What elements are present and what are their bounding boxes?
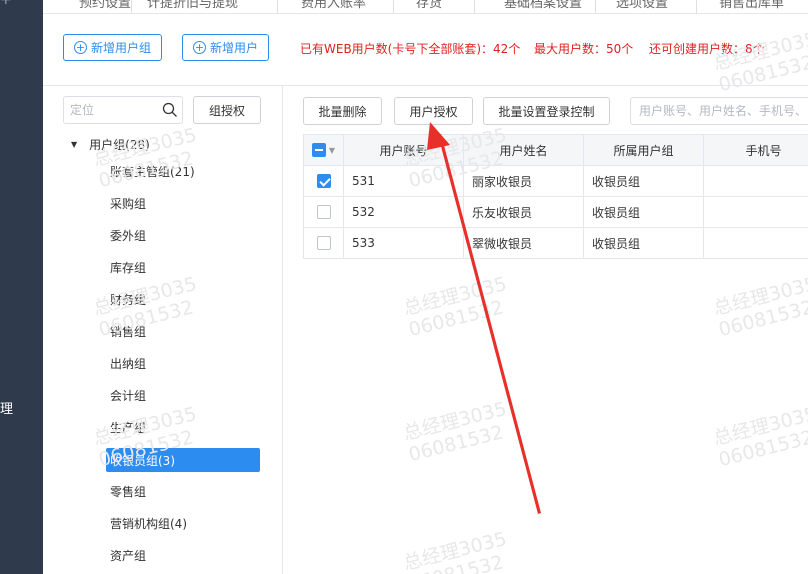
row-select-cell[interactable]	[303, 196, 344, 228]
cell-group: 收银员组	[583, 165, 704, 197]
tree-item-accounting-group[interactable]: 会计组	[106, 384, 146, 406]
add-user-group-button[interactable]: + 新增用户组	[63, 34, 163, 61]
table-row[interactable]: 531 丽家收银员 收银员组	[303, 165, 808, 197]
add-icon[interactable]: +	[0, 0, 12, 8]
tab-separator	[277, 0, 278, 13]
row-select-cell[interactable]	[303, 165, 344, 197]
tree-item-purchase-group[interactable]: 采购组	[106, 192, 146, 214]
tree-item-account-manager-group[interactable]: 账套主管组(21)	[106, 160, 195, 182]
caret-down-icon[interactable]: ▼	[71, 140, 77, 149]
row-select-cell[interactable]	[303, 227, 344, 259]
cell-account: 532	[343, 196, 464, 228]
tab-7[interactable]: 销售出库单	[719, 0, 784, 11]
tree-item-asset-group[interactable]: 资产组	[106, 544, 146, 566]
tab-2[interactable]: 计提折旧与提现	[147, 0, 238, 11]
tab-6[interactable]: 选项设置	[616, 0, 668, 11]
action-bar: + 新增用户组 + 新增用户 已有WEB用户数(卡号下全部账套)：42个 最大用…	[43, 14, 808, 86]
plus-circle-icon: +	[74, 41, 87, 54]
cell-account: 533	[343, 227, 464, 259]
web-user-count-info: 已有WEB用户数(卡号下全部账套)：42个	[300, 42, 521, 56]
column-header-group: 所属用户组	[583, 134, 704, 166]
column-header-account: 用户账号	[343, 134, 464, 166]
tree-item-marketing-group[interactable]: 营销机构组(4)	[106, 512, 187, 534]
tab-3[interactable]: 费用入账率	[301, 0, 366, 11]
max-user-count-info: 最大用户数：50个	[534, 42, 634, 56]
nav-item-label[interactable]: 理	[0, 398, 13, 417]
batch-delete-button[interactable]: 批量删除	[303, 97, 382, 125]
batch-login-control-button[interactable]: 批量设置登录控制	[483, 97, 610, 125]
table-row[interactable]: 532 乐友收银员 收银员组	[303, 196, 808, 228]
left-navigation: + 理	[0, 0, 43, 574]
tab-5[interactable]: 基础档案设置	[504, 0, 582, 11]
add-user-button[interactable]: + 新增用户	[182, 34, 270, 61]
group-auth-button[interactable]: 组授权	[193, 96, 261, 124]
cell-name: 翠微收银员	[463, 227, 584, 259]
select-all-checkbox[interactable]	[311, 143, 326, 158]
tree-item-production-group[interactable]: 生产组	[106, 416, 146, 438]
tab-4[interactable]: 存货	[416, 0, 442, 11]
user-search-input[interactable]	[630, 97, 808, 125]
tree-root-user-groups[interactable]: ▼ 用户组(28)	[71, 136, 150, 153]
cell-phone	[703, 196, 808, 228]
table-header-row: ▼ 用户账号 用户姓名 所属用户组 手机号	[303, 134, 808, 166]
top-tab-strip: 预约设置 计提折旧与提现 费用入账率 存货 基础档案设置 选项设置 销售出库单	[43, 0, 808, 14]
cell-phone	[703, 165, 808, 197]
cell-group: 收银员组	[583, 196, 704, 228]
cell-account: 531	[343, 165, 464, 197]
user-list-panel: 批量删除 用户授权 批量设置登录控制 ▼ 用户账号 用户姓名 所属用户组 手机号…	[283, 86, 808, 574]
tab-separator	[393, 0, 394, 13]
add-user-label: 新增用户	[210, 41, 259, 55]
column-header-name: 用户姓名	[463, 134, 584, 166]
row-checkbox[interactable]	[316, 174, 331, 189]
add-user-group-label: 新增用户组	[91, 41, 152, 55]
cell-group: 收银员组	[583, 227, 704, 259]
cell-name: 乐友收银员	[463, 196, 584, 228]
user-table: ▼ 用户账号 用户姓名 所属用户组 手机号 531 丽家收银员 收银员组 532 乐友收…	[303, 134, 808, 259]
row-checkbox[interactable]	[316, 205, 331, 220]
tab-separator	[131, 0, 132, 13]
tab-separator	[696, 0, 697, 13]
tree-item-finance-group[interactable]: 财务组	[106, 288, 146, 310]
cell-name: 丽家收银员	[463, 165, 584, 197]
tree-item-outsourcing-group[interactable]: 委外组	[106, 224, 146, 246]
tree-item-sales-group[interactable]: 销售组	[106, 320, 146, 342]
row-checkbox[interactable]	[316, 236, 331, 251]
plus-circle-icon: +	[193, 41, 206, 54]
user-group-panel: 组授权 ▼ 用户组(28) 账套主管组(21) 采购组 委外组 库存组 财务组 …	[43, 86, 283, 574]
tree-item-cashier-finance-group[interactable]: 出纳组	[106, 352, 146, 374]
search-icon[interactable]	[162, 102, 178, 118]
cell-phone	[703, 227, 808, 259]
tab-1[interactable]: 预约设置	[79, 0, 131, 11]
user-auth-button[interactable]: 用户授权	[394, 97, 473, 125]
tree-item-inventory-group[interactable]: 库存组	[106, 256, 146, 278]
tree-root-label: 用户组(28)	[89, 138, 150, 152]
tree-item-cashier-group[interactable]: 收银员组(3)	[106, 448, 260, 472]
tab-separator	[474, 0, 475, 13]
select-all-cell[interactable]: ▼	[303, 134, 344, 166]
table-row[interactable]: 533 翠微收银员 收银员组	[303, 227, 808, 259]
chevron-down-icon[interactable]: ▼	[329, 146, 335, 155]
column-header-phone: 手机号	[703, 134, 808, 166]
tree-item-retail-group[interactable]: 零售组	[106, 480, 146, 502]
remaining-user-count-info: 还可创建用户数：8个	[649, 42, 765, 56]
tab-separator	[595, 0, 596, 13]
